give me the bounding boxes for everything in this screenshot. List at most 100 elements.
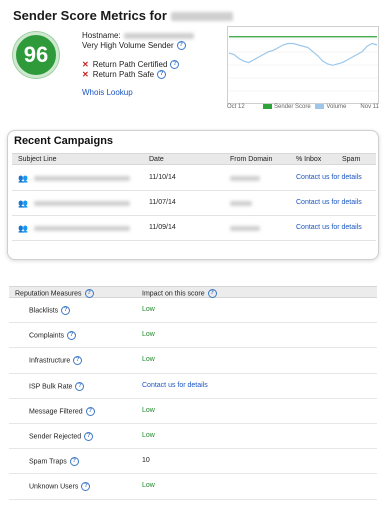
redacted-subject (34, 201, 130, 206)
x-icon: ✕ (82, 70, 89, 79)
help-icon[interactable]: ? (84, 431, 94, 441)
help-icon[interactable]: ? (67, 331, 77, 341)
campaign-date: 11/07/14 (149, 199, 176, 206)
reputation-row: Message Filtered? Low (9, 399, 377, 424)
measure-label: Message Filtered (29, 408, 83, 416)
help-icon[interactable]: ? (207, 289, 217, 298)
redacted-domain (230, 201, 252, 206)
campaign-row[interactable]: 👥 11/09/14 Contact us for details (12, 216, 376, 241)
contact-us-link[interactable]: Contact us for details (142, 382, 208, 389)
x-tick-start: Oct 12 (227, 104, 245, 110)
reputation-row: Complaints? Low (9, 323, 377, 349)
volume-row: Very High Volume Sender? (82, 41, 186, 51)
col-impact-label: Impact on this score (142, 290, 205, 298)
impact-value: Low (142, 431, 155, 439)
impact-value: Low (142, 406, 155, 414)
hostname-label: Hostname: (82, 31, 121, 40)
campaign-date: 11/09/14 (149, 224, 176, 231)
help-icon[interactable]: ? (85, 406, 95, 416)
measure-name: ISP Bulk Rate? (29, 381, 85, 391)
people-icon: 👥 (18, 174, 28, 183)
sender-score-badge: 96 (13, 32, 59, 78)
legend-items: Sender Score Volume (263, 104, 346, 110)
x-tick-end: Nov 11 (360, 104, 379, 110)
reputation-row: ISP Bulk Rate? Contact us for details (9, 374, 377, 399)
redacted-domain (230, 176, 260, 181)
help-icon[interactable]: ? (69, 457, 79, 467)
reputation-rows: Blacklists? Low Complaints? Low Infrastructu… (9, 298, 377, 500)
help-icon[interactable]: ? (61, 306, 71, 315)
recent-campaigns-heading: Recent Campaigns (14, 135, 114, 147)
reputation-row: Unknown Users? Low (9, 474, 377, 500)
col-impact: Impact on this score? (142, 289, 217, 298)
legend-volume: Volume (326, 104, 347, 111)
contact-us-link[interactable]: Contact us for details (296, 174, 362, 181)
measure-label: ISP Bulk Rate (29, 382, 73, 390)
help-icon[interactable]: ? (170, 60, 180, 70)
help-icon[interactable]: ? (75, 381, 85, 391)
measure-name: Complaints? (29, 331, 77, 341)
reputation-row: Blacklists? Low (9, 298, 377, 324)
measure-name: Infrastructure? (29, 356, 83, 366)
redacted-subject (34, 176, 130, 181)
help-icon[interactable]: ? (176, 41, 186, 51)
reputation-row: Spam Traps? 10 (9, 449, 377, 475)
measure-label: Blacklists (29, 307, 59, 315)
legend-swatch-volume (315, 104, 325, 109)
impact-value: Low (142, 331, 155, 339)
redacted-hostname (123, 32, 194, 39)
help-icon[interactable]: ? (73, 356, 83, 366)
measure-name: Sender Rejected? (29, 431, 94, 441)
redacted-domain (230, 226, 260, 231)
whois-lookup-link[interactable]: Whois Lookup (82, 88, 133, 97)
people-icon: 👥 (18, 224, 28, 233)
col-from-domain: From Domain (230, 156, 273, 163)
title-text: Sender Score Metrics for (13, 8, 167, 23)
measure-name: Unknown Users? (29, 482, 91, 492)
contact-us-link[interactable]: Contact us for details (296, 199, 362, 206)
col-subject-line: Subject Line (18, 156, 57, 163)
campaign-row[interactable]: 👥 11/07/14 Contact us for details (12, 191, 376, 216)
measure-name: Spam Traps? (29, 457, 79, 467)
return-path-safe-row: ✕ Return Path Safe? (82, 70, 167, 80)
recent-campaigns-panel: Recent Campaigns Subject Line Date From … (7, 130, 379, 260)
reputation-measures-table: Reputation Measures? Impact on this scor… (9, 286, 377, 500)
col-reputation-measures-label: Reputation Measures (15, 290, 82, 298)
redacted-subject (34, 226, 130, 231)
page-title: Sender Score Metrics for (13, 8, 233, 23)
col-date: Date (149, 156, 164, 163)
impact-value: 10 (142, 457, 150, 465)
score-volume-chart (227, 26, 379, 104)
campaign-row[interactable]: 👥 11/10/14 Contact us for details (12, 166, 376, 191)
measure-label: Infrastructure (29, 357, 71, 365)
measure-name: Message Filtered? (29, 406, 95, 416)
help-icon[interactable]: ? (157, 70, 167, 80)
reputation-row: Infrastructure? Low (9, 348, 377, 374)
reputation-row: Sender Rejected? Low (9, 424, 377, 450)
hostname-row: Hostname: (82, 31, 194, 40)
measure-name: Blacklists? (29, 306, 71, 315)
measure-label: Spam Traps (29, 458, 67, 466)
measure-label: Sender Rejected (29, 433, 82, 441)
col-spam: Spam (342, 156, 361, 163)
contact-us-link[interactable]: Contact us for details (296, 224, 362, 231)
redacted-ip (170, 12, 233, 22)
campaigns-table-header: Subject Line Date From Domain % Inbox Sp… (12, 153, 376, 165)
return-path-certified-label: Return Path Certified (92, 60, 168, 69)
help-icon[interactable]: ? (84, 289, 94, 298)
legend-swatch-sender-score (263, 104, 272, 109)
measure-label: Unknown Users (29, 483, 79, 491)
volume-label: Very High Volume Sender (82, 41, 174, 50)
measure-label: Complaints (29, 332, 65, 340)
sender-score-value: 96 (23, 42, 49, 67)
col-inbox: % Inbox (296, 156, 322, 163)
help-icon[interactable]: ? (81, 482, 91, 492)
impact-value: Low (142, 306, 155, 313)
people-icon: 👥 (18, 199, 28, 208)
campaign-date: 11/10/14 (149, 174, 176, 181)
x-icon: ✕ (82, 60, 89, 69)
col-reputation-measures: Reputation Measures? (15, 289, 94, 298)
return-path-certified-row: ✕ Return Path Certified? (82, 60, 180, 70)
return-path-safe-label: Return Path Safe (92, 70, 155, 79)
impact-value: Low (142, 356, 155, 364)
